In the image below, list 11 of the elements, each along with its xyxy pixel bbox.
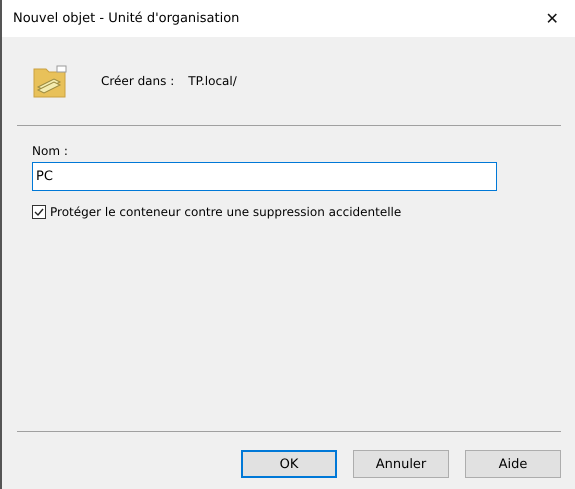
folder-icon [31,63,69,99]
dialog-button[interactable]: Annuler [353,450,449,478]
location-value: TP.local/ [188,74,237,88]
dialog-button[interactable]: OK [241,450,337,478]
window-title: Nouvel objet - Unité d'organisation [13,11,240,26]
location-label: Créer dans : [101,74,174,88]
name-field[interactable]: PC [32,162,497,191]
dialog-button[interactable]: Aide [465,450,561,478]
name-label: Nom : [32,144,68,158]
protect-checkbox[interactable]: Protéger le conteneur contre une suppression accidentelle [32,205,402,219]
close-button[interactable]: ✕ [529,0,575,37]
